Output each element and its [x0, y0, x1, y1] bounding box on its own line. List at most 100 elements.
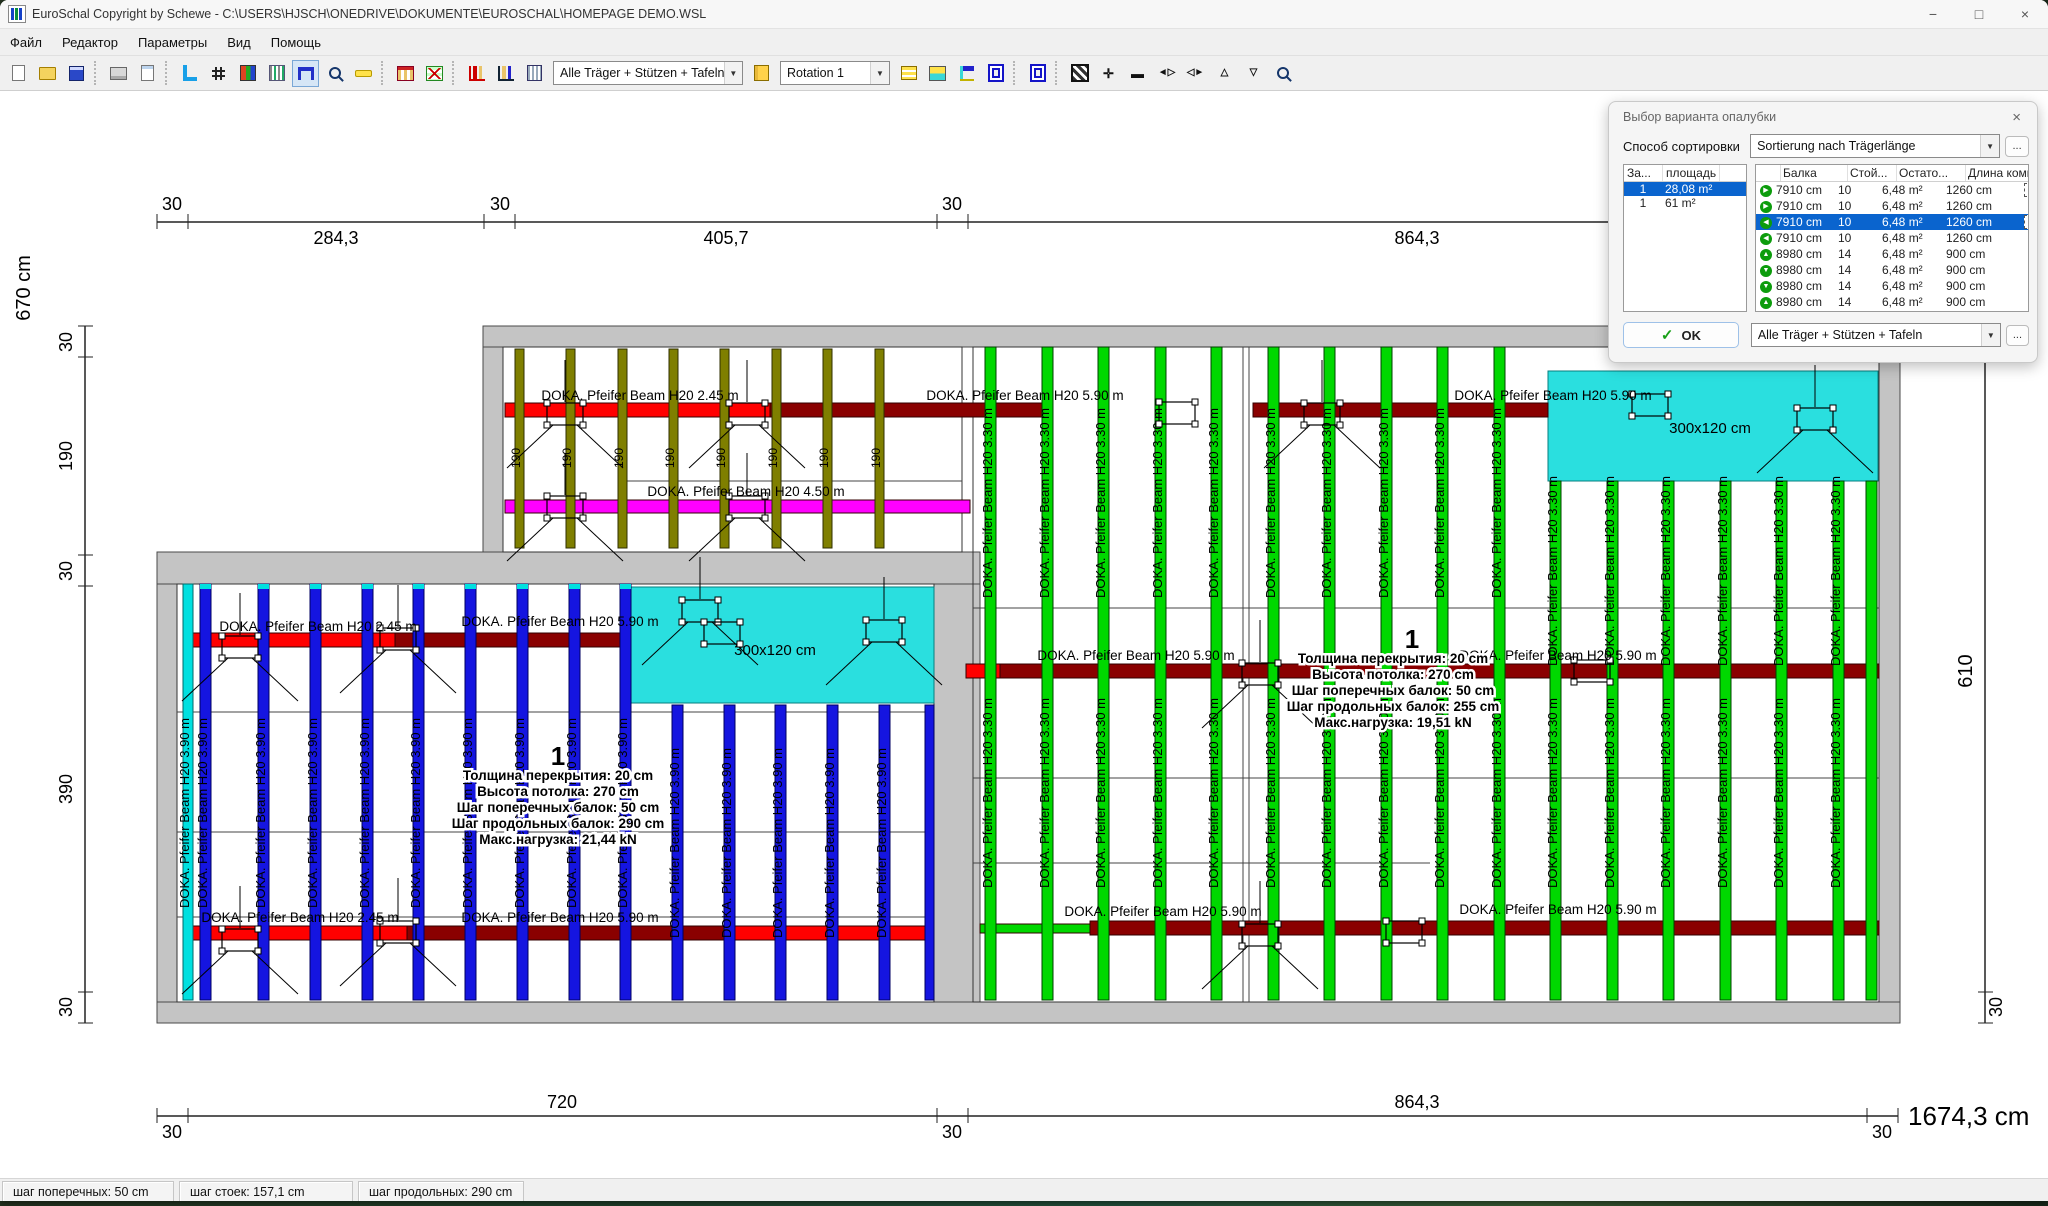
move-beam-button[interactable] [953, 60, 980, 87]
cycle-t1t2-button[interactable] [924, 60, 951, 87]
menu-view[interactable]: Вид [217, 32, 261, 53]
svg-text:30: 30 [56, 997, 76, 1017]
formwork-grid-button[interactable] [234, 60, 261, 87]
zoom-tool-button[interactable] [321, 60, 348, 87]
filter-more-button[interactable]: ... [2006, 325, 2029, 346]
col-header[interactable]: Балка [1781, 165, 1848, 181]
rotation-combobox[interactable]: Rotation 1 ▼ [780, 61, 890, 85]
list-item[interactable]: 128,08 m² [1624, 182, 1746, 196]
shift-right-button[interactable]: ◁► [1182, 60, 1209, 87]
chevron-down-icon[interactable]: ▼ [1980, 135, 1999, 157]
zoom-window-button[interactable] [1269, 60, 1296, 87]
chevron-down-icon[interactable]: ▼ [724, 62, 742, 84]
variant-list[interactable]: За... площадь 128,08 m²161 m² [1623, 164, 1747, 312]
shift-up-button[interactable]: △ [1211, 60, 1238, 87]
selection-marker [2024, 183, 2029, 197]
col-header[interactable]: За... [1624, 165, 1663, 181]
status-long-spacing: шаг продольных: 290 cm [358, 1181, 524, 1201]
cell: 14 [1838, 263, 1882, 277]
ok-button[interactable]: ✓ OK [1623, 322, 1739, 348]
close-icon[interactable]: × [2006, 109, 2027, 126]
zoom-in-button[interactable]: ✛ [1095, 60, 1122, 87]
menu-help[interactable]: Помощь [261, 32, 331, 53]
total-width-label: 1674,3 cm [1908, 1101, 2029, 1131]
formwork-panels[interactable]: 300x120 cm300x120 cm [627, 371, 1878, 703]
svg-text:30: 30 [56, 561, 76, 581]
support-stats-button[interactable] [463, 60, 490, 87]
chevron-down-icon[interactable]: ▼ [1981, 324, 2000, 346]
shift-down-button[interactable]: ▽ [1240, 60, 1267, 87]
annotation-line: Толщина перекрытия: 20 cm [463, 768, 653, 783]
table-row[interactable]: ◀7910 cm106,48 m²1260 cm [1756, 230, 2028, 246]
save-icon [69, 66, 84, 81]
beam-label: DOKA. Pfeifer Beam H20 3.30 m [1319, 408, 1334, 598]
beam-layout-button[interactable] [263, 60, 290, 87]
window-title: EuroSchal Copyright by Schewe - C:\USERS… [32, 7, 706, 21]
minimize-icon[interactable]: − [1910, 0, 1956, 28]
beam-table[interactable]: Балка Стой... Остато... Длина компо... ▶… [1755, 164, 2029, 312]
measure-icon [355, 70, 372, 77]
filter-combobox[interactable]: Alle Träger + Stützen + Tafeln ▼ [1751, 323, 2001, 347]
filter-value: Alle Träger + Stützen + Tafeln [1752, 328, 1928, 342]
open-file-button[interactable] [34, 60, 61, 87]
horizontal-beams[interactable] [190, 403, 1879, 940]
cell: 14 [1838, 295, 1882, 309]
walls-tool-button[interactable] [176, 60, 203, 87]
edit-variant-button[interactable] [748, 60, 775, 87]
svg-text:30: 30 [56, 332, 76, 352]
title-bar[interactable]: EuroSchal Copyright by Schewe - C:\USERS… [0, 0, 2048, 29]
beam-label: DOKA. Pfeifer Beam H20 3.30 m [1037, 408, 1052, 598]
menu-file[interactable]: Файл [0, 32, 52, 53]
table-row[interactable]: ▼8980 cm146,48 m²900 cm [1756, 278, 2028, 294]
print-preview-button[interactable] [134, 60, 161, 87]
menu-parameters[interactable]: Параметры [128, 32, 217, 53]
dialog-title-bar[interactable]: Выбор варианта опалубки × [1609, 102, 2037, 130]
beam-length-label: 190 [766, 448, 780, 468]
cell: 900 cm [1946, 279, 2022, 293]
slab-formwork-button[interactable] [292, 60, 319, 87]
col-header[interactable]: Остато... [1897, 165, 1966, 181]
table-row[interactable]: ▲8980 cm146,48 m²900 cm [1756, 294, 2028, 310]
grid-tool-button[interactable] [205, 60, 232, 87]
beam-label: DOKA. Pfeifer Beam H20 3.90 m [667, 748, 682, 938]
beam-stats-button[interactable] [492, 60, 519, 87]
beam-table-delete-button[interactable] [421, 60, 448, 87]
table-row[interactable]: ◀7910 cm106,48 m²1260 cm [1756, 214, 2028, 230]
menu-editor[interactable]: Редактор [52, 32, 128, 53]
beam-label: DOKA. Pfeifer Beam H20 3.30 m [1545, 476, 1560, 666]
sort-more-button[interactable]: ... [2005, 136, 2029, 157]
beam-label: DOKA. Pfeifer Beam H20 5.90 m [1064, 904, 1261, 919]
col-header [1756, 165, 1781, 181]
col-header[interactable]: Стой... [1848, 165, 1897, 181]
measure-tool-button[interactable] [350, 60, 377, 87]
print-button[interactable] [105, 60, 132, 87]
pattern-fill-button[interactable] [1066, 60, 1093, 87]
col-header[interactable]: площадь [1663, 165, 1720, 181]
layers-button[interactable] [895, 60, 922, 87]
col-header[interactable]: Длина компо... [1966, 165, 2029, 181]
beam-label: DOKA. Pfeifer Beam H20 2.45 m [201, 910, 398, 925]
list-item[interactable]: 161 m² [1624, 196, 1746, 210]
parts-list-button[interactable] [521, 60, 548, 87]
panel-preview-button[interactable] [1024, 60, 1051, 87]
beam-length-label: 190 [663, 448, 677, 468]
beam-table-button[interactable] [392, 60, 419, 87]
shift-left-button[interactable]: ◄▷ [1153, 60, 1180, 87]
save-button[interactable] [63, 60, 90, 87]
maximize-icon[interactable]: □ [1956, 0, 2002, 28]
cell: 1 [1624, 196, 1662, 210]
sort-combobox[interactable]: Sortierung nach Trägerlänge ▼ [1750, 134, 2000, 158]
table-row[interactable]: ▶7910 cm106,48 m²1260 cm [1756, 182, 2028, 198]
panel-view-button[interactable] [982, 60, 1009, 87]
beam-label: DOKA. Pfeifer Beam H20 3.30 m [1489, 408, 1504, 598]
table-row[interactable]: ▲8980 cm146,48 m²900 cm [1756, 246, 2028, 262]
beam-label: DOKA. Pfeifer Beam H20 3.30 m [1150, 698, 1165, 888]
cell: 6,48 m² [1882, 247, 1946, 261]
table-row[interactable]: ▼8980 cm146,48 m²900 cm [1756, 262, 2028, 278]
table-row[interactable]: ▶7910 cm106,48 m²1260 cm [1756, 198, 2028, 214]
chevron-down-icon[interactable]: ▼ [870, 62, 889, 84]
close-icon[interactable]: × [2002, 0, 2048, 28]
zoom-out-button[interactable]: ▬ [1124, 60, 1151, 87]
new-document-button[interactable] [5, 60, 32, 87]
view-filter-combobox[interactable]: Alle Träger + Stützen + Tafeln ▼ [553, 61, 743, 85]
